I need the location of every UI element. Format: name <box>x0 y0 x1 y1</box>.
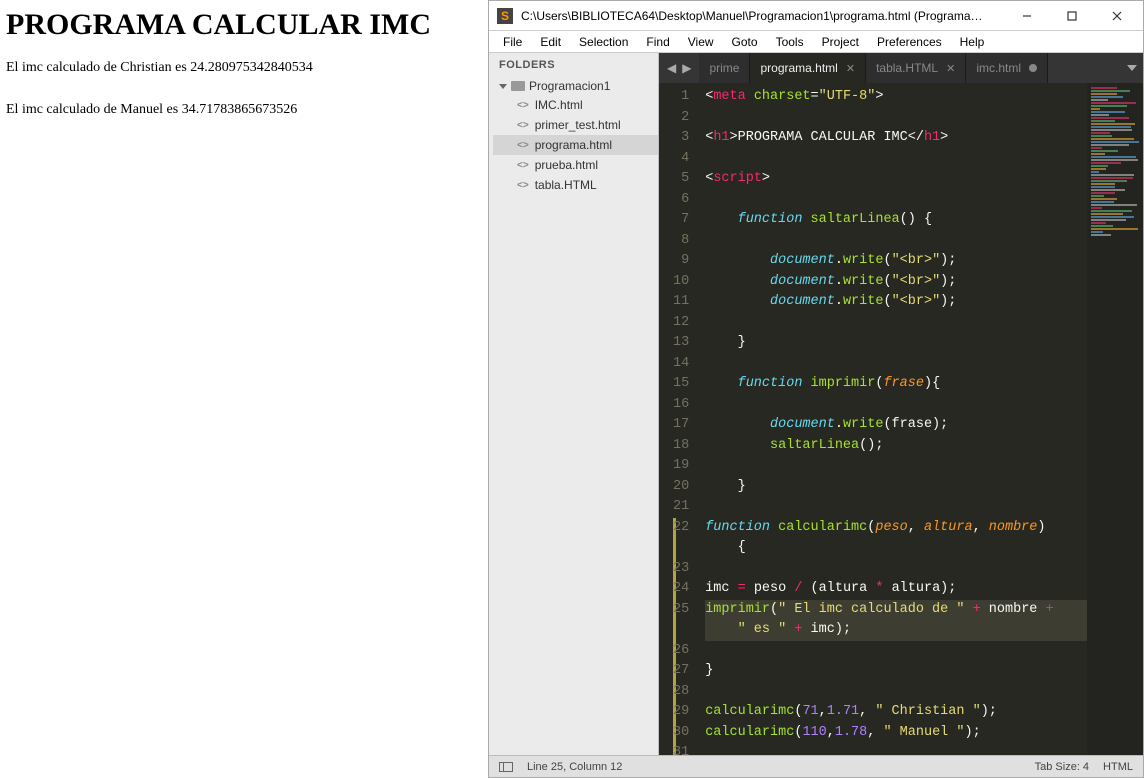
menu-item-help[interactable]: Help <box>952 33 993 51</box>
window-title: C:\Users\BIBLIOTECA64\Desktop\Manuel\Pro… <box>521 9 1004 23</box>
editor-main: ◀ ▶ prime programa.html ✕ tabla.HTML ✕ imc.ht… <box>659 53 1143 755</box>
file-label: primer_test.html <box>535 118 621 132</box>
status-cursor[interactable]: Line 25, Column 12 <box>527 761 622 773</box>
line-number-gutter: 1234567891011121314151617181920212223242… <box>659 83 699 755</box>
window-titlebar[interactable]: S C:\Users\BIBLIOTECA64\Desktop\Manuel\P… <box>489 1 1143 31</box>
tab-bar: ◀ ▶ prime programa.html ✕ tabla.HTML ✕ imc.ht… <box>659 53 1143 83</box>
tree-folder-root[interactable]: Programacion1 <box>493 77 658 95</box>
menu-item-preferences[interactable]: Preferences <box>869 33 950 51</box>
folder-icon <box>511 81 525 91</box>
close-icon[interactable]: ✕ <box>946 62 955 75</box>
tree-file[interactable]: <> primer_test.html <box>493 115 658 135</box>
tab-label: prime <box>709 61 739 75</box>
minimap[interactable] <box>1087 83 1143 755</box>
tree-file[interactable]: <> tabla.HTML <box>493 175 658 195</box>
status-bar: Line 25, Column 12 Tab Size: 4 HTML <box>489 755 1143 777</box>
dirty-indicator-icon <box>1029 64 1037 72</box>
tab-label: imc.html <box>976 61 1021 75</box>
sidebar-folders-header: FOLDERS <box>489 53 658 77</box>
status-syntax[interactable]: HTML <box>1103 761 1133 773</box>
sublime-window: S C:\Users\BIBLIOTECA64\Desktop\Manuel\P… <box>488 0 1144 778</box>
tree-file[interactable]: <> prueba.html <box>493 155 658 175</box>
tab-history-fwd-icon[interactable]: ▶ <box>680 59 693 77</box>
menu-bar: FileEditSelectionFindViewGotoToolsProjec… <box>489 31 1143 53</box>
menu-item-goto[interactable]: Goto <box>724 33 766 51</box>
close-icon[interactable]: ✕ <box>846 62 855 75</box>
sublime-app-icon: S <box>497 8 513 24</box>
html-file-icon: <> <box>517 140 529 151</box>
code-editor[interactable]: 1234567891011121314151617181920212223242… <box>659 83 1143 755</box>
menu-item-edit[interactable]: Edit <box>532 33 569 51</box>
html-file-icon: <> <box>517 180 529 191</box>
tree-file[interactable]: <> IMC.html <box>493 95 658 115</box>
window-controls <box>1004 1 1139 31</box>
menu-item-project[interactable]: Project <box>814 33 867 51</box>
page-title: PROGRAMA CALCULAR IMC <box>6 8 482 42</box>
sidebar: FOLDERS Programacion1 <> IMC.html <> primer… <box>489 53 659 755</box>
editor-tab[interactable]: prime <box>699 53 750 83</box>
html-file-icon: <> <box>517 100 529 111</box>
file-label: tabla.HTML <box>535 178 597 192</box>
menu-item-tools[interactable]: Tools <box>768 33 812 51</box>
window-close-button[interactable] <box>1094 1 1139 31</box>
browser-output-pane: PROGRAMA CALCULAR IMC El imc calculado d… <box>0 0 488 778</box>
tab-nav-arrows: ◀ ▶ <box>659 59 699 77</box>
file-label: IMC.html <box>535 98 583 112</box>
status-tab-size[interactable]: Tab Size: 4 <box>1035 761 1089 773</box>
file-label: prueba.html <box>535 158 598 172</box>
output-line-2: El imc calculado de Manuel es 34.7178386… <box>6 102 482 118</box>
window-maximize-button[interactable] <box>1049 1 1094 31</box>
tree-file[interactable]: <> programa.html <box>493 135 658 155</box>
file-label: programa.html <box>535 138 612 152</box>
tab-overflow-icon[interactable] <box>1127 65 1137 71</box>
editor-tab[interactable]: tabla.HTML ✕ <box>866 53 966 83</box>
tab-history-back-icon[interactable]: ◀ <box>665 59 678 77</box>
html-file-icon: <> <box>517 160 529 171</box>
editor-tab[interactable]: programa.html ✕ <box>750 53 866 83</box>
code-content[interactable]: <meta charset="UTF-8"><h1>PROGRAMA CALCU… <box>699 83 1087 755</box>
output-line-1: El imc calculado de Christian es 24.2809… <box>6 60 482 76</box>
folder-tree: Programacion1 <> IMC.html <> primer_test.ht… <box>489 77 658 195</box>
window-minimize-button[interactable] <box>1004 1 1049 31</box>
menu-item-selection[interactable]: Selection <box>571 33 636 51</box>
panel-toggle-icon[interactable] <box>499 762 513 772</box>
menu-item-file[interactable]: File <box>495 33 530 51</box>
menu-item-find[interactable]: Find <box>638 33 677 51</box>
folder-label: Programacion1 <box>529 79 610 93</box>
html-file-icon: <> <box>517 120 529 131</box>
menu-item-view[interactable]: View <box>680 33 722 51</box>
editor-tab[interactable]: imc.html <box>966 53 1048 83</box>
tab-label: tabla.HTML <box>876 61 938 75</box>
chevron-down-icon <box>499 84 507 89</box>
tab-label: programa.html <box>760 61 837 75</box>
